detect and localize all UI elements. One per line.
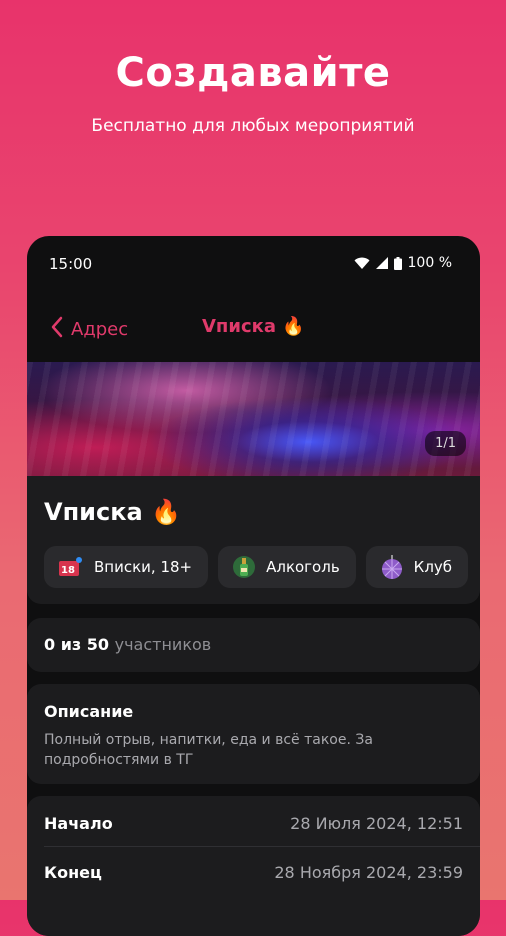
description-title: Описание — [44, 702, 134, 721]
18-plus-icon: 18 — [58, 556, 84, 578]
event-photo[interactable]: 1/1 — [27, 362, 480, 476]
tag-label: Вписки, 18+ — [94, 558, 193, 576]
photo-counter: 1/1 — [425, 431, 466, 456]
divider — [44, 846, 480, 847]
bottle-icon — [232, 555, 256, 579]
back-button[interactable]: Адрес — [51, 316, 128, 343]
nav-title: Vписка 🔥 — [202, 316, 305, 337]
participants-count: 0 из 50 — [44, 635, 110, 654]
end-row: Конец 28 Ноября 2024, 23:59 — [44, 863, 463, 887]
promo-subline: Бесплатно для любых мероприятий — [91, 116, 415, 136]
participants-label: участников — [114, 635, 212, 654]
battery-icon — [393, 256, 402, 270]
participants-card[interactable]: 0 из 50 участников — [27, 618, 480, 672]
schedule-card: Начало 28 Июля 2024, 12:51 Конец 28 Нояб… — [27, 796, 480, 936]
end-value: 28 Ноября 2024, 23:59 — [274, 863, 463, 882]
photo-texture — [27, 362, 480, 476]
start-value: 28 Июля 2024, 12:51 — [290, 814, 463, 833]
participants-count-line: 0 из 50 участников — [44, 635, 211, 654]
nav-bar: Адрес Vписка 🔥 — [27, 308, 480, 348]
status-icons: 100 % — [354, 255, 452, 271]
back-label: Адрес — [71, 319, 129, 340]
battery-percent: 100 % — [407, 255, 452, 271]
start-row: Начало 28 Июля 2024, 12:51 — [44, 814, 463, 838]
promo-headline: Создавайте — [115, 50, 391, 96]
status-bar: 15:00 100 % — [27, 236, 480, 292]
tag-club[interactable]: Клуб — [365, 546, 469, 588]
svg-text:18: 18 — [61, 565, 75, 576]
status-time: 15:00 — [49, 255, 93, 273]
tag-label: Клуб — [413, 558, 453, 576]
start-label: Начало — [44, 814, 113, 833]
description-text: Полный отрыв, напитки, еда и всё такое. … — [44, 732, 373, 768]
disco-ball-icon — [380, 555, 404, 579]
event-title: Vписка 🔥 — [44, 498, 181, 526]
description-card: Описание Полный отрыв, напитки, еда и вс… — [27, 684, 480, 784]
end-label: Конец — [44, 863, 102, 882]
tag-alcohol[interactable]: Алкоголь — [218, 546, 356, 588]
phone-mockup: 15:00 100 % Адрес Vписка 🔥 1/1 Vписка 🔥 … — [27, 236, 480, 936]
tag-label: Алкоголь — [266, 558, 340, 576]
event-card: Vписка 🔥 18 Вписки, 18+ Алкоголь Клуб — [27, 476, 480, 604]
wifi-icon — [354, 257, 370, 270]
tag-parties[interactable]: 18 Вписки, 18+ — [44, 546, 209, 588]
chevron-left-icon — [51, 316, 63, 343]
tag-list[interactable]: 18 Вписки, 18+ Алкоголь Клуб — [44, 546, 480, 588]
signal-icon — [375, 257, 388, 269]
